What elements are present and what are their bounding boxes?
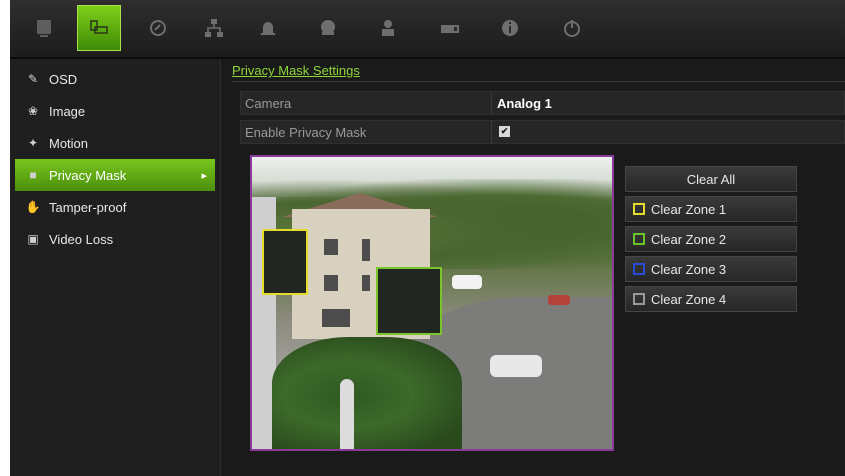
image-icon: ❀ xyxy=(27,104,39,118)
info-icon[interactable] xyxy=(488,5,532,51)
camera-preview[interactable] xyxy=(250,155,614,451)
zone-1-swatch xyxy=(633,203,645,215)
sidebar-item-osd[interactable]: ✎ OSD xyxy=(10,63,220,95)
camera-select[interactable]: Analog 1 xyxy=(497,96,552,111)
sidebar-item-label: Video Loss xyxy=(49,231,114,247)
preview-car xyxy=(490,355,542,377)
preview-window xyxy=(322,309,350,327)
sidebar-item-video-loss[interactable]: ▣ Video Loss xyxy=(10,223,220,255)
preview-lamp xyxy=(340,379,354,449)
clear-zone-4-button[interactable]: Clear Zone 4 xyxy=(625,286,797,312)
preview-car xyxy=(548,295,570,305)
network-icon[interactable] xyxy=(192,5,236,51)
sidebar-item-label: Image xyxy=(49,103,86,119)
zone-4-swatch xyxy=(633,293,645,305)
clear-all-button[interactable]: Clear All xyxy=(625,166,797,192)
sidebar-item-tamper-proof[interactable]: ✋ Tamper-proof xyxy=(10,191,220,223)
preview-window xyxy=(324,239,338,255)
preview-trees xyxy=(272,337,462,449)
dvr-window: ✎ OSD ❀ Image ✦ Motion ■ Privacy Mask ▸ … xyxy=(10,0,845,476)
sidebar-item-label: OSD xyxy=(49,71,78,87)
page-title: Privacy Mask Settings xyxy=(232,63,360,78)
sidebar-item-label: Privacy Mask xyxy=(49,167,127,183)
preview-window xyxy=(362,275,370,291)
device-icon[interactable] xyxy=(306,5,350,51)
sidebar-item-label: Tamper-proof xyxy=(49,199,127,215)
clear-all-label: Clear All xyxy=(686,171,736,187)
clear-zone-3-button[interactable]: Clear Zone 3 xyxy=(625,256,797,282)
privacy-zone-1[interactable] xyxy=(262,229,308,295)
privacy-mask-icon: ■ xyxy=(29,168,37,182)
storage-icon[interactable] xyxy=(428,5,472,51)
main-toolbar xyxy=(10,0,845,59)
preview-window xyxy=(362,239,370,261)
alarm-icon[interactable] xyxy=(246,5,290,51)
camera-row: Camera Analog 1 xyxy=(240,91,845,115)
sidebar-item-motion[interactable]: ✦ Motion xyxy=(10,127,220,159)
sidebar-item-privacy-mask[interactable]: ■ Privacy Mask ▸ xyxy=(15,159,215,191)
video-loss-icon: ▣ xyxy=(27,232,39,246)
clear-zone-4-label: Clear Zone 4 xyxy=(651,291,727,307)
power-icon[interactable] xyxy=(550,5,594,51)
preview-window xyxy=(324,275,338,291)
enable-privacy-mask-checkbox[interactable]: ✔ xyxy=(499,126,510,137)
clear-zone-2-label: Clear Zone 2 xyxy=(651,231,727,247)
zone-2-swatch xyxy=(633,233,645,245)
enable-row: Enable Privacy Mask ✔ xyxy=(240,120,845,144)
divider xyxy=(491,121,492,143)
user-icon[interactable] xyxy=(366,5,410,51)
enable-privacy-mask-label: Enable Privacy Mask xyxy=(245,125,367,140)
motion-icon: ✦ xyxy=(27,136,39,150)
monitor-icon[interactable] xyxy=(22,5,66,51)
tamper-icon: ✋ xyxy=(25,200,41,214)
chevron-right-icon: ▸ xyxy=(201,169,207,182)
divider xyxy=(232,81,845,82)
divider xyxy=(491,92,492,114)
clear-zone-1-button[interactable]: Clear Zone 1 xyxy=(625,196,797,222)
privacy-mask-panel: Privacy Mask Settings Camera Analog 1 En… xyxy=(232,59,845,476)
clear-zone-1-label: Clear Zone 1 xyxy=(651,201,727,217)
osd-icon: ✎ xyxy=(27,72,39,86)
sidebar-item-label: Motion xyxy=(49,135,89,151)
preview-car xyxy=(452,275,482,289)
recording-icon[interactable] xyxy=(136,5,180,51)
privacy-zone-2[interactable] xyxy=(376,267,442,335)
sidebar-item-image[interactable]: ❀ Image xyxy=(10,95,220,127)
clear-zone-3-label: Clear Zone 3 xyxy=(651,261,727,277)
zone-3-swatch xyxy=(633,263,645,275)
camera-icon[interactable] xyxy=(77,5,121,51)
sidebar-menu: ✎ OSD ❀ Image ✦ Motion ■ Privacy Mask ▸ … xyxy=(10,59,221,476)
clear-zone-2-button[interactable]: Clear Zone 2 xyxy=(625,226,797,252)
camera-label: Camera xyxy=(245,96,292,111)
